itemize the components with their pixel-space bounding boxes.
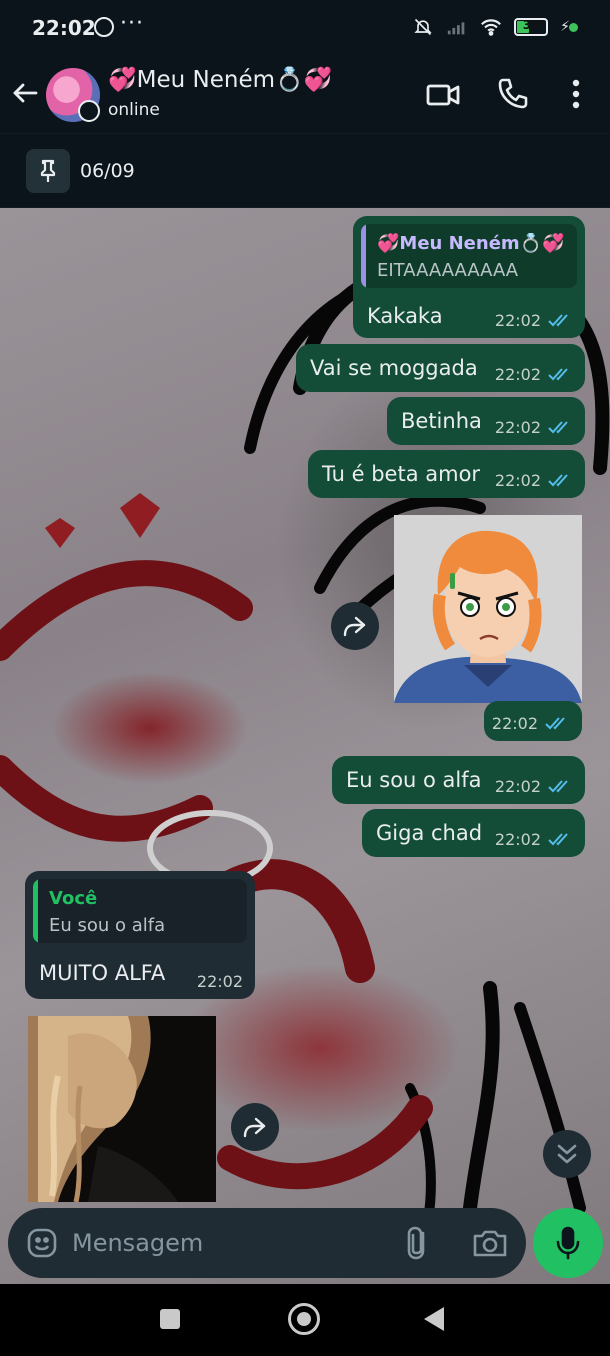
status-time: 22:02 (32, 16, 96, 40)
chat-area[interactable]: 💞Meu Neném💍💞 EITAAAAAAAAA Kakaka 22:02 V… (0, 208, 610, 1284)
message-text: Eu sou o alfa (346, 768, 482, 792)
read-ticks-icon (548, 833, 568, 846)
message-meta: 22:02 (495, 471, 573, 490)
message-meta: 22:02 (495, 418, 573, 437)
message-time: 22:02 (494, 470, 541, 490)
image-meta-bubble: 22:02 (484, 701, 582, 741)
mic-button[interactable] (533, 1208, 603, 1278)
back-arrow-icon[interactable] (10, 78, 40, 108)
message-meta: 22:02 (495, 311, 573, 330)
message-bubble-outgoing[interactable]: 💞Meu Neném💍💞 EITAAAAAAAAA Kakaka 22:02 (353, 216, 585, 338)
message-meta: 22:02 (495, 365, 573, 384)
read-ticks-icon (548, 314, 568, 327)
message-meta: 22:02 (492, 714, 570, 733)
signal-icon (447, 22, 465, 35)
message-text: MUITO ALFA (39, 961, 166, 985)
camera-icon[interactable] (472, 1227, 508, 1259)
forward-button[interactable] (331, 602, 379, 650)
quote-author: Você (49, 888, 98, 909)
scroll-to-bottom-button[interactable] (543, 1130, 591, 1178)
message-text: Vai se moggada (310, 356, 478, 380)
whatsapp-icon (94, 17, 114, 37)
quoted-message[interactable]: Você Eu sou o alfa (33, 879, 247, 943)
battery-level: 38 (522, 18, 540, 32)
message-meta: 22:02 (495, 830, 573, 849)
status-bar: 22:02 ··· 38 ⚡ (0, 0, 610, 56)
pin-icon (40, 159, 56, 182)
nav-back-icon[interactable] (424, 1307, 444, 1331)
quote-bar (361, 224, 366, 288)
message-input[interactable] (72, 1222, 392, 1264)
double-chevron-down-icon (557, 1144, 577, 1164)
message-time: 22:02 (494, 364, 541, 384)
message-bubble-outgoing[interactable]: Giga chad 22:02 (362, 809, 585, 857)
video-call-icon[interactable] (426, 80, 460, 110)
message-bubble-outgoing[interactable]: Eu sou o alfa 22:02 (332, 756, 585, 804)
quote-bar (33, 879, 38, 943)
read-ticks-icon (545, 717, 565, 730)
quote-text: Eu sou o alfa (49, 915, 166, 936)
chat-header: 💞Meu Neném💍💞 online (0, 56, 610, 134)
message-composer (8, 1208, 526, 1278)
attach-icon[interactable] (404, 1225, 432, 1261)
message-text: Betinha (401, 409, 482, 433)
more-vert-icon[interactable] (566, 78, 586, 110)
privacy-indicator-dot (569, 23, 578, 32)
message-time: 22:02 (494, 417, 541, 437)
photo-image (28, 1016, 216, 1202)
message-time: 22:02 (494, 829, 541, 849)
mute-icon (414, 18, 432, 36)
message-bubble-outgoing[interactable]: Vai se moggada 22:02 (296, 344, 585, 392)
quoted-message[interactable]: 💞Meu Neném💍💞 EITAAAAAAAAA (361, 224, 577, 288)
quote-author: 💞Meu Neném💍💞 (377, 233, 565, 254)
status-ring-icon (78, 100, 100, 122)
message-text: Kakaka (367, 304, 443, 328)
system-nav-bar (0, 1284, 610, 1356)
read-ticks-icon (548, 421, 568, 434)
message-text: Tu é beta amor (322, 462, 481, 486)
home-icon[interactable] (288, 1303, 320, 1335)
phone-icon[interactable] (497, 77, 529, 109)
message-time: 22:02 (491, 713, 538, 733)
cartoon-image (394, 515, 582, 703)
message-time: 22:02 (494, 310, 541, 330)
pin-icon-box (26, 149, 70, 193)
message-bubble-incoming[interactable]: Você Eu sou o alfa MUITO ALFA 22:02 (25, 871, 255, 999)
read-ticks-icon (548, 474, 568, 487)
forward-icon (243, 1117, 266, 1138)
image-message-photo[interactable] (28, 1016, 216, 1202)
message-meta: 22:02 (197, 972, 243, 991)
status-right-icons: 38 ⚡ (412, 17, 570, 37)
status-overflow: ··· (120, 11, 144, 36)
contact-name[interactable]: 💞Meu Neném💍💞 (108, 66, 332, 93)
read-ticks-icon (548, 368, 568, 381)
message-text: Giga chad (376, 821, 483, 845)
battery-icon: 38 (514, 18, 549, 36)
wifi-icon (481, 19, 502, 36)
message-time: 22:02 (196, 971, 243, 991)
forward-icon (343, 616, 366, 637)
emoji-icon[interactable] (26, 1227, 58, 1259)
message-time: 22:02 (494, 776, 541, 796)
forward-button[interactable] (231, 1103, 279, 1151)
pinned-message-bar[interactable]: 06/09 (0, 135, 610, 208)
read-ticks-icon (548, 780, 568, 793)
pinned-text: 06/09 (80, 160, 135, 182)
recents-icon[interactable] (160, 1309, 180, 1329)
contact-status: online (108, 100, 160, 120)
mic-icon (556, 1226, 580, 1260)
quote-text: EITAAAAAAAAA (377, 260, 519, 281)
message-meta: 22:02 (495, 777, 573, 796)
image-message-cartoon[interactable] (394, 515, 582, 703)
message-bubble-outgoing[interactable]: Tu é beta amor 22:02 (308, 450, 585, 498)
message-bubble-outgoing[interactable]: Betinha 22:02 (387, 397, 585, 445)
